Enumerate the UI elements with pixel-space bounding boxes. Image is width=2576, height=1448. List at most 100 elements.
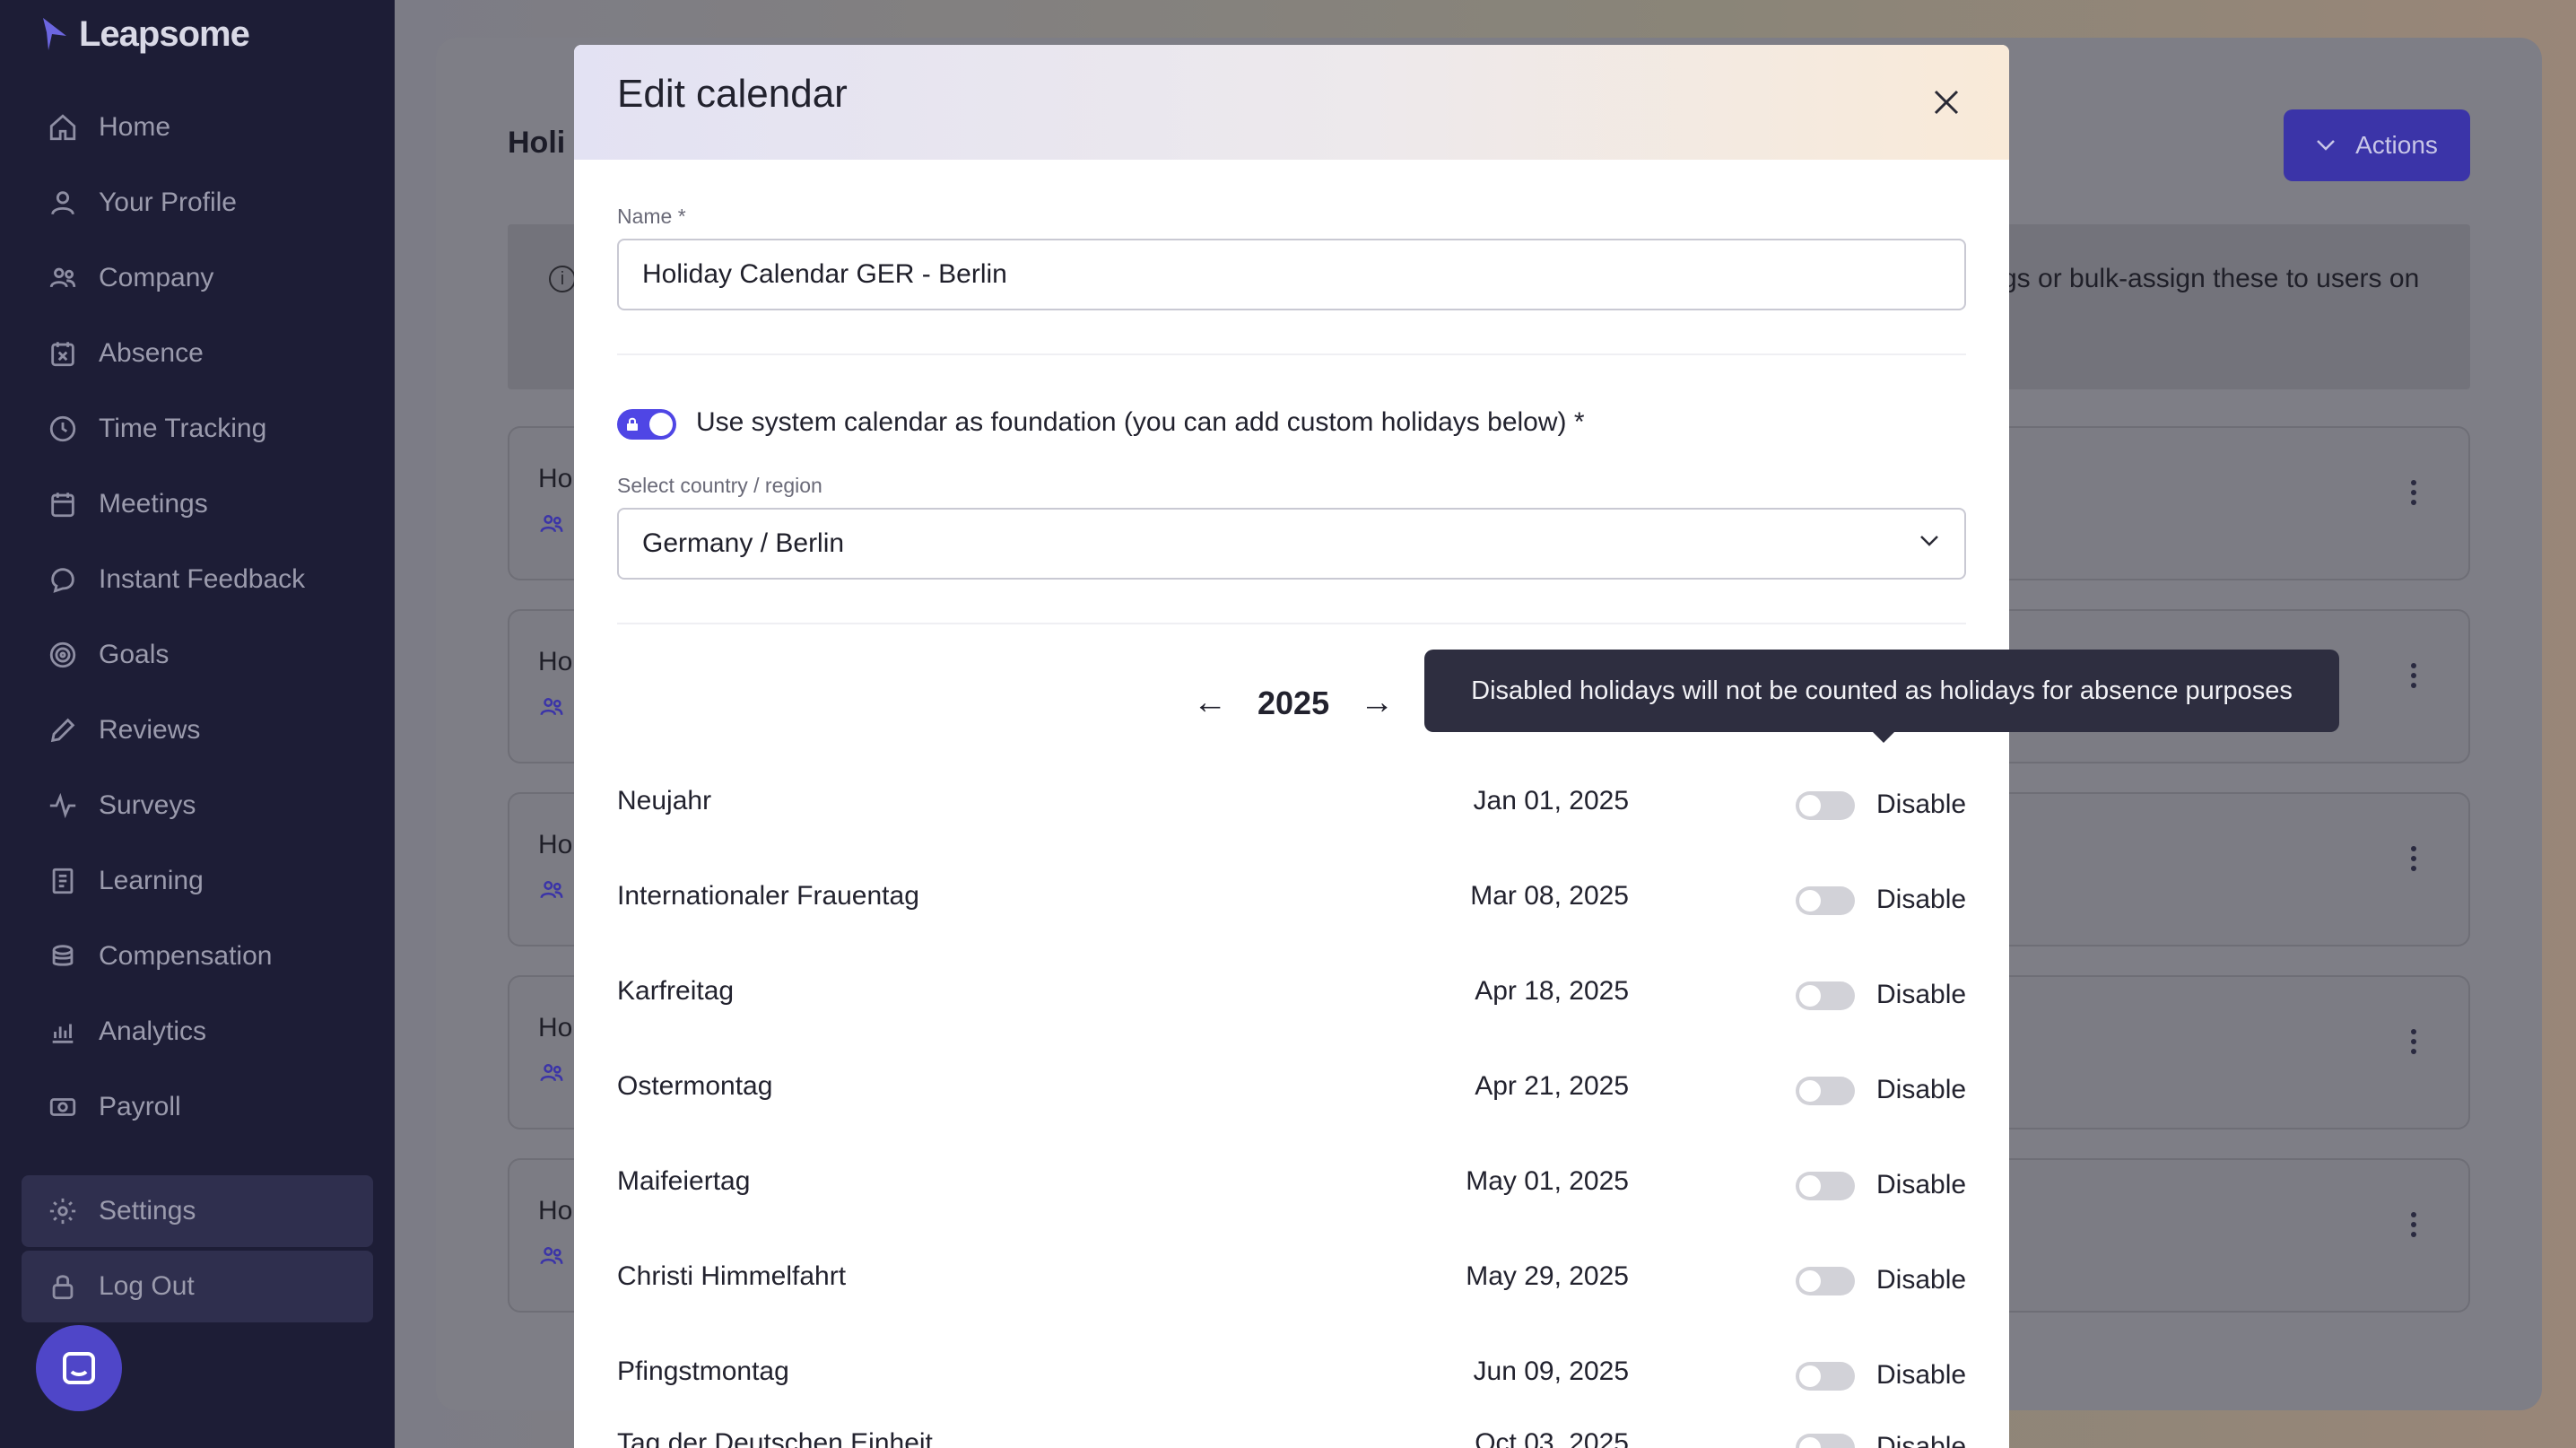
edit-calendar-modal: Edit calendar Name * Holiday Calendar GE…: [574, 45, 2009, 1448]
sidebar-item-goals[interactable]: Goals: [45, 628, 169, 682]
name-label: Name *: [617, 205, 686, 228]
calendar-x-icon: [45, 336, 81, 371]
sidebar-item-your-profile[interactable]: Your Profile: [45, 176, 237, 230]
sidebar-item-time-tracking[interactable]: Time Tracking: [45, 402, 266, 456]
modal-header: Edit calendar: [574, 45, 2009, 160]
holiday-row: Karfreitag Apr 18, 2025 Disable: [617, 967, 1966, 1021]
sidebar-item-analytics[interactable]: Analytics: [45, 1005, 206, 1059]
holiday-name: Neujahr: [617, 786, 712, 816]
disable-toggle[interactable]: [1796, 1362, 1855, 1391]
target-icon: [45, 637, 81, 673]
card-title: Ho: [538, 464, 573, 493]
people-icon: [536, 1243, 567, 1274]
holiday-name: Pfingstmontag: [617, 1356, 789, 1386]
next-year-button[interactable]: →: [1360, 684, 1394, 722]
year-label: 2025: [1258, 684, 1330, 721]
leapsome-logo[interactable]: Leapsome: [39, 9, 250, 59]
holiday-date: Jun 09, 2025: [1473, 1356, 1629, 1386]
kebab-menu-icon[interactable]: [2411, 1029, 2416, 1054]
holiday-name: Christi Himmelfahrt: [617, 1261, 847, 1291]
chevron-down-icon: [1920, 536, 1938, 546]
modal-title: Edit calendar: [617, 72, 848, 116]
chevron-down-icon: [2317, 140, 2335, 151]
people-icon: [45, 260, 81, 296]
disable-toggle[interactable]: [1796, 1434, 1855, 1448]
holiday-row: Ostermontag Apr 21, 2025 Disable: [617, 1062, 1966, 1116]
people-icon: [536, 1060, 567, 1091]
sidebar-item-payroll[interactable]: Payroll: [45, 1080, 181, 1134]
kebab-menu-icon[interactable]: [2411, 846, 2416, 871]
holiday-name: Tag der Deutschen Einheit: [617, 1428, 933, 1448]
kebab-menu-icon[interactable]: [2411, 663, 2416, 688]
sidebar-item-label: Instant Feedback: [99, 564, 306, 594]
disable-label: Disable: [1876, 1170, 1967, 1199]
actions-label: Actions: [2355, 131, 2438, 159]
disable-toggle[interactable]: [1796, 791, 1855, 820]
info-icon: i: [549, 266, 576, 292]
disable-toggle[interactable]: [1796, 1267, 1855, 1295]
holiday-date: May 29, 2025: [1466, 1261, 1629, 1291]
actions-button[interactable]: Actions: [2284, 109, 2470, 181]
system-calendar-toggle[interactable]: [617, 409, 676, 440]
tooltip-arrow: [1871, 730, 1896, 743]
kebab-menu-icon[interactable]: [2411, 1212, 2416, 1237]
cash-icon: [45, 1089, 81, 1125]
sidebar-item-learning[interactable]: Learning: [45, 854, 204, 908]
sidebar-item-label: Surveys: [99, 790, 196, 820]
sidebar-item-label: Payroll: [99, 1092, 181, 1121]
sidebar-item-label: Company: [99, 263, 214, 292]
close-button[interactable]: [1925, 81, 1968, 124]
sidebar-item-absence[interactable]: Absence: [45, 327, 204, 380]
sidebar-item-meetings[interactable]: Meetings: [45, 477, 208, 531]
sidebar-item-instant-feedback[interactable]: Instant Feedback: [45, 553, 305, 606]
sidebar-item-home[interactable]: Home: [45, 100, 170, 154]
coins-icon: [45, 938, 81, 974]
sidebar-item-label: Settings: [99, 1196, 196, 1226]
sidebar-item-surveys[interactable]: Surveys: [45, 779, 196, 833]
prev-year-button[interactable]: ←: [1193, 684, 1227, 722]
card-title: Ho: [538, 830, 573, 859]
holiday-date: May 01, 2025: [1466, 1166, 1629, 1196]
disable-toggle[interactable]: [1796, 1077, 1855, 1105]
sidebar-item-company[interactable]: Company: [45, 251, 213, 305]
disable-toggle[interactable]: [1796, 981, 1855, 1010]
support-chat-button[interactable]: [36, 1325, 122, 1411]
holiday-name: Ostermontag: [617, 1071, 773, 1101]
sidebar: Leapsome Home Your Profile Company Absen…: [0, 0, 395, 1448]
sidebar-item-label: Analytics: [99, 1016, 207, 1046]
holiday-name: Maifeiertag: [617, 1166, 751, 1196]
card-title: Ho: [538, 1196, 573, 1226]
holiday-date: Apr 21, 2025: [1475, 1071, 1629, 1101]
year-navigator: ← 2025 →: [1193, 684, 1394, 722]
sidebar-item-compensation[interactable]: Compensation: [45, 929, 272, 983]
close-icon: [1934, 90, 1959, 115]
disable-label: Disable: [1876, 789, 1967, 819]
chat-icon: [45, 562, 81, 598]
clock-icon: [45, 411, 81, 447]
disable-tooltip: Disabled holidays will not be counted as…: [1424, 650, 2339, 732]
holiday-name: Internationaler Frauentag: [617, 881, 919, 911]
country-select[interactable]: Germany / Berlin: [617, 508, 1966, 580]
divider: [617, 353, 1966, 355]
country-value: Germany / Berlin: [642, 528, 845, 558]
sidebar-item-label: Absence: [99, 338, 204, 368]
info-text: gs or bulk-assign these to users on: [2002, 264, 2420, 293]
holiday-row: Christi Himmelfahrt May 29, 2025 Disable: [617, 1252, 1966, 1306]
disable-toggle[interactable]: [1796, 1172, 1855, 1200]
user-icon: [45, 185, 81, 221]
sidebar-item-settings[interactable]: Settings: [45, 1184, 196, 1238]
sidebar-item-log-out[interactable]: Log Out: [45, 1260, 195, 1313]
people-icon: [536, 877, 567, 908]
kebab-menu-icon[interactable]: [2411, 480, 2416, 505]
divider: [617, 623, 1966, 624]
disable-label: Disable: [1876, 1075, 1967, 1104]
lock-icon: [627, 417, 638, 431]
disable-label: Disable: [1876, 1360, 1967, 1390]
name-input[interactable]: Holiday Calendar GER - Berlin: [617, 239, 1966, 310]
book-icon: [45, 863, 81, 899]
leapsome-logo-icon: [43, 18, 66, 50]
calendar-icon: [45, 486, 81, 522]
disable-toggle[interactable]: [1796, 886, 1855, 915]
disable-label: Disable: [1876, 1432, 1967, 1448]
sidebar-item-reviews[interactable]: Reviews: [45, 703, 200, 757]
